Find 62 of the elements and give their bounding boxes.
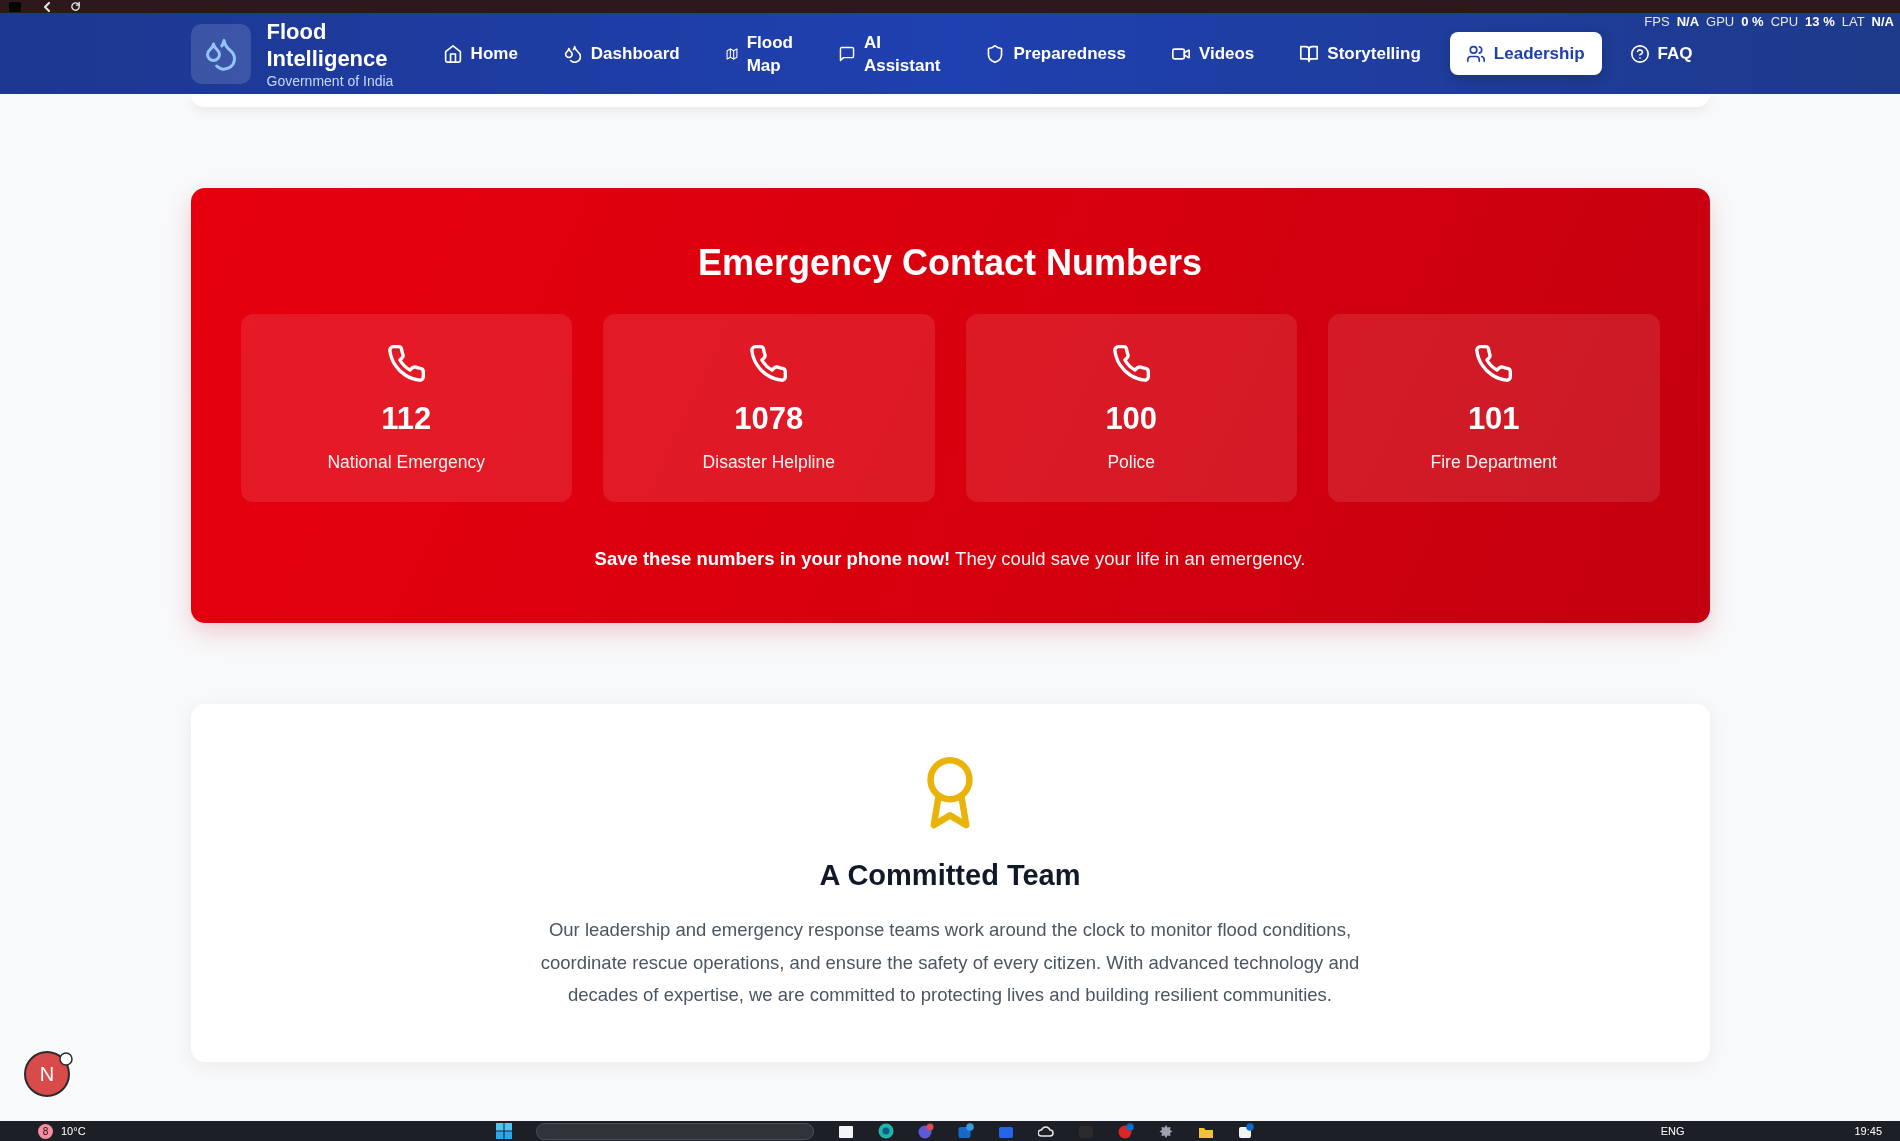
section-heading: Emergency Contact Numbers <box>696 241 1204 285</box>
contact-number: 1078 <box>733 400 805 438</box>
perf-value: 0 % <box>1741 14 1764 30</box>
app-circle-icon[interactable] <box>1117 1123 1134 1139</box>
perf-label: CPU <box>1770 14 1799 30</box>
map-icon <box>725 47 738 60</box>
app-tile-icon[interactable] <box>1237 1123 1254 1139</box>
perf-value: 13 % <box>1805 14 1835 30</box>
reload-icon[interactable] <box>70 1 81 12</box>
emergency-note: Save these numbers in your phone now! They could save your life in an emergency. <box>593 547 1307 571</box>
app-circle-icon[interactable] <box>917 1123 934 1139</box>
contact-number: 101 <box>1466 400 1521 438</box>
contact-label: Disaster Helpline <box>701 451 836 474</box>
app-tile-icon[interactable] <box>837 1123 854 1139</box>
open-book-icon <box>1300 44 1319 63</box>
clock-time[interactable]: 19:45 <box>1854 1124 1882 1138</box>
contact-number: 112 <box>380 400 433 438</box>
nav-link[interactable]: Preparedness <box>969 32 1143 75</box>
status-dot-icon <box>59 1052 73 1066</box>
temperature-text[interactable]: 10°C <box>61 1124 86 1138</box>
section-heading: A Committed Team <box>818 858 1082 893</box>
help-icon <box>1630 44 1649 63</box>
perf-label: FPS <box>1644 14 1670 30</box>
perf-value: N/A <box>1871 14 1894 30</box>
search-field[interactable] <box>535 1122 814 1140</box>
weather-badge: 8 <box>38 1123 53 1139</box>
nav-link[interactable]: Storytelling <box>1283 32 1438 75</box>
nav-link[interactable]: Dashboard <box>546 32 697 75</box>
nav-link[interactable]: Home <box>426 32 535 75</box>
team-description: Our leadership and emergency response teams work around the clock to monitor flood conditions, coordinate rescue operations, and ensure the safety of every citizen. With advanced technology and decades of expertise, we are committed to protecting lives and building resilient communities. <box>539 918 1361 1007</box>
chat-bubble-icon <box>838 45 855 62</box>
phone-icon <box>750 345 788 382</box>
nav-link[interactable]: Videos <box>1154 32 1272 75</box>
gear-icon[interactable] <box>1157 1123 1174 1139</box>
award-ribbon-icon <box>924 757 976 830</box>
shield-icon <box>986 44 1005 63</box>
nav-link[interactable]: Leadership <box>1449 32 1602 75</box>
phone-icon <box>387 345 425 382</box>
phone-icon <box>1112 345 1150 382</box>
phone-icon <box>1475 345 1513 382</box>
brand-title: Flood Intelligence <box>266 17 388 72</box>
contact-label: Police <box>1106 451 1157 474</box>
nav-link[interactable]: AI Assistant <box>821 20 958 87</box>
language-indicator[interactable]: ENG <box>1660 1124 1685 1138</box>
perf-label: GPU <box>1706 14 1735 30</box>
droplets-icon <box>563 44 582 63</box>
perf-label: LAT <box>1841 14 1865 30</box>
contact-label: National Emergency <box>326 451 487 474</box>
contact-number: 100 <box>1104 400 1159 438</box>
nav-link[interactable]: FAQ <box>1613 32 1710 75</box>
app-tile-icon[interactable] <box>957 1123 974 1139</box>
contact-label: Fire Department <box>1429 451 1558 474</box>
logo-icon[interactable] <box>190 23 251 84</box>
brand-subtitle: Government of India <box>266 71 394 90</box>
nav-link[interactable]: Flood Map <box>708 20 810 87</box>
chat-avatar-button[interactable]: N <box>24 1051 70 1097</box>
home-icon <box>443 44 462 63</box>
grid-icon[interactable] <box>495 1123 512 1139</box>
perf-value: N/A <box>1676 14 1700 30</box>
app-circle-icon[interactable] <box>877 1123 894 1139</box>
cloud-icon[interactable] <box>1037 1123 1054 1139</box>
people-icon <box>1466 44 1485 63</box>
